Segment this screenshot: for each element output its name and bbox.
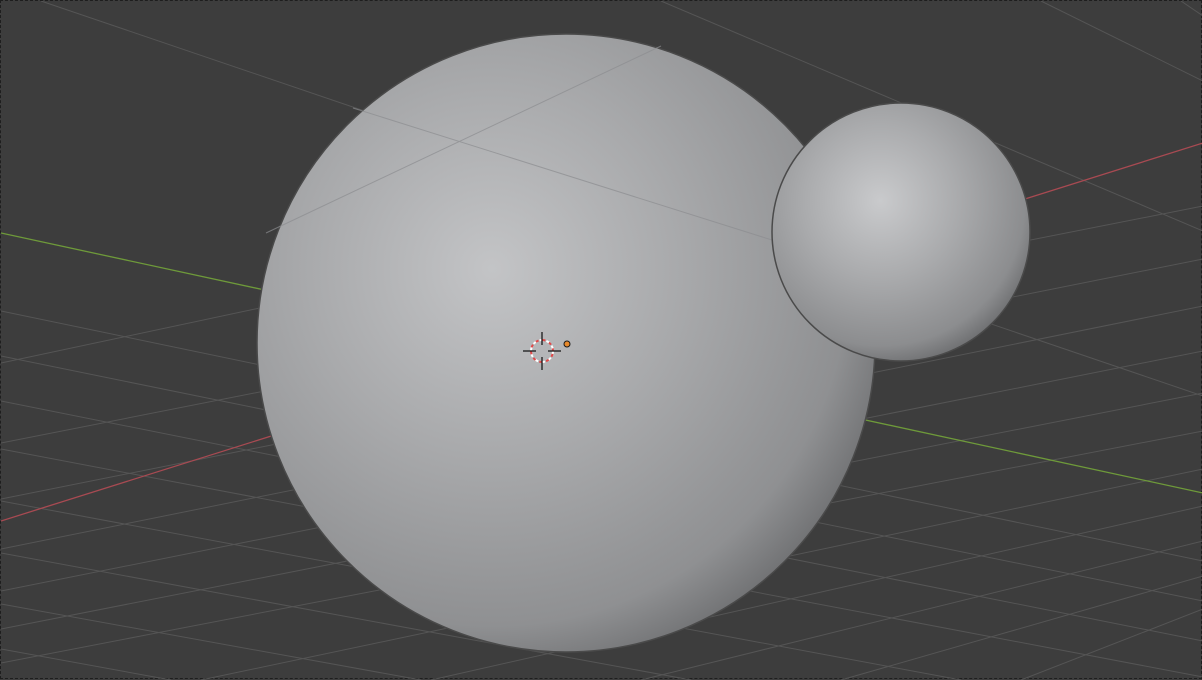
viewport-canvas[interactable] <box>1 1 1202 680</box>
object-origin-icon[interactable] <box>563 340 571 348</box>
small-sphere[interactable] <box>771 102 1031 362</box>
3d-viewport[interactable] <box>0 0 1202 680</box>
